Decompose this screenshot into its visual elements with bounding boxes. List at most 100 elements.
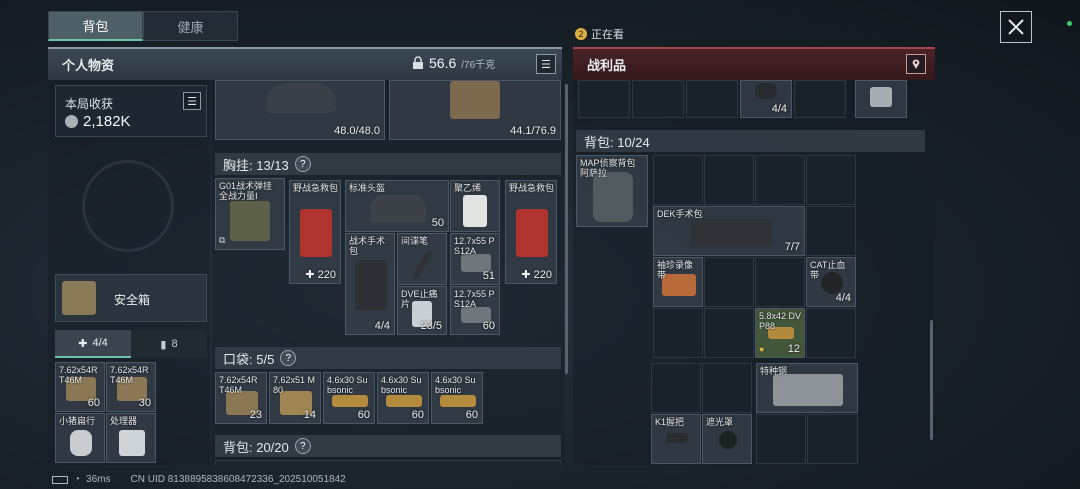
bullet-icon xyxy=(386,395,422,407)
close-icon xyxy=(1008,19,1024,35)
pocket-item[interactable]: 7.62x54R T46M 23 xyxy=(215,372,267,424)
grid-cell xyxy=(794,80,846,118)
subtab-ammo[interactable]: ▮ 8 xyxy=(131,330,207,358)
item-name: K1握把 xyxy=(655,417,685,427)
safe-item[interactable]: 7.62x54R T46M 30 xyxy=(106,362,156,412)
item-qty: 4/4 xyxy=(771,103,787,115)
durability: 44.1/76.9 xyxy=(510,125,556,137)
chest-rig-slot[interactable]: G01战术弹挂 全战力量Ⅰ ⧉ xyxy=(215,178,285,250)
item-slot[interactable]: 野战急救包 ✚ 220 xyxy=(289,180,341,284)
linked-icon: ⧉ xyxy=(219,235,226,245)
pocket-item[interactable]: 4.6x30 Subsonic 60 xyxy=(323,372,375,424)
helmet-icon xyxy=(370,195,426,223)
subtab-medkit-label: 4/4 xyxy=(92,337,108,349)
item-qty: 60 xyxy=(465,409,478,421)
coin-icon xyxy=(65,115,78,128)
item-name: 间谍笔 xyxy=(401,236,429,246)
loot-backpack-section: 背包: 10/24 xyxy=(576,130,925,152)
grid-cell xyxy=(653,155,703,205)
item-slot[interactable]: DVE止痛片 23/5 xyxy=(397,286,447,335)
grid-cell xyxy=(755,257,805,307)
loot-item[interactable]: 5.8x42 DVP88 ● 12 xyxy=(755,308,805,358)
armor-icon xyxy=(450,81,500,119)
pocket-item[interactable]: 7.62x51 M80 14 xyxy=(269,372,321,424)
safe-item[interactable]: 7.62x54R T46M 60 xyxy=(55,362,105,412)
loot-item[interactable]: 特种钢 xyxy=(756,363,858,413)
first-aid-icon xyxy=(300,209,332,257)
teammate-icon: ● xyxy=(759,344,765,354)
item-name: 特种钢 xyxy=(760,366,788,376)
medkit-icon: ✚ xyxy=(78,337,88,350)
location-icon xyxy=(912,59,920,69)
equipment-column: 48.0/48.0 44.1/76.9 胸挂: 13/13 ? G01战术弹挂 … xyxy=(212,80,564,465)
subtab-medkit[interactable]: ✚ 4/4 xyxy=(55,330,131,358)
loot-backpack-title: 背包: 10/24 xyxy=(584,134,650,150)
durability: 48.0/48.0 xyxy=(334,125,380,137)
grid-cell xyxy=(806,308,856,358)
loot-title: 战利品 xyxy=(587,58,627,73)
locate-button[interactable] xyxy=(906,54,926,74)
item-name: 4.6x30 Subsonic xyxy=(327,375,368,395)
list-view-button[interactable]: ☰ xyxy=(536,54,556,74)
item-slot[interactable]: 间谍笔 xyxy=(397,233,447,285)
armor-slot[interactable]: 44.1/76.9 xyxy=(389,80,561,140)
loot-scrollbar[interactable] xyxy=(930,320,933,440)
help-icon[interactable]: ? xyxy=(280,350,297,366)
summary-label: 本局收获 xyxy=(65,97,114,111)
item-slot[interactable]: 12.7x55 PS12A 60 xyxy=(450,286,500,335)
tab-backpack[interactable]: 背包 xyxy=(48,11,143,41)
help-icon[interactable]: ? xyxy=(294,156,311,172)
summary-value: 2,182K xyxy=(83,113,131,130)
item-slot[interactable]: 12.7x55 PS12A 51 xyxy=(450,233,500,285)
loot-backpack-slot[interactable]: MAP侦察背包 阿萨拉 xyxy=(576,155,648,227)
item-name: 聚乙烯 xyxy=(454,183,482,193)
item-qty: 7/7 xyxy=(784,241,800,253)
loot-item[interactable] xyxy=(855,80,907,118)
panel-title: 个人物资 xyxy=(62,58,115,73)
item-name: 7.62x51 M80 xyxy=(273,375,316,395)
summary-list-button[interactable]: ☰ xyxy=(183,92,201,110)
emblem-watermark xyxy=(82,160,174,252)
status-bar: ◔ 36ms CN UID 8138895838608472336_202510… xyxy=(52,474,346,485)
item-slot[interactable]: 聚乙烯 xyxy=(450,180,500,232)
item-name: 4.6x30 Subsonic xyxy=(435,375,476,395)
loot-item[interactable]: K1握把 xyxy=(651,414,701,464)
subtab-ammo-label: 8 xyxy=(171,338,178,350)
magazine-icon: ▮ xyxy=(160,338,167,351)
item-name: G01战术弹挂 全战力量Ⅰ xyxy=(219,181,273,201)
loot-item[interactable]: 遮光罩 xyxy=(702,414,752,464)
item-slot[interactable]: 野战急救包 ✚ 220 xyxy=(505,180,557,284)
loot-item[interactable]: CAT止血带 4/4 xyxy=(806,257,856,307)
online-dot xyxy=(1067,21,1072,26)
battery-icon xyxy=(52,475,68,484)
piggy-bank-icon xyxy=(70,430,92,456)
tab-health[interactable]: 健康 xyxy=(143,11,238,41)
summary-value-row: 2,182K xyxy=(65,113,131,130)
item-slot[interactable]: 战术手术包 4/4 xyxy=(345,233,395,335)
safe-item[interactable]: 处理器 xyxy=(106,413,156,463)
item-slot[interactable]: 标准头盔 50 xyxy=(345,180,449,232)
helmet-slot[interactable]: 48.0/48.0 xyxy=(215,80,385,140)
safe-box-icon xyxy=(62,281,96,315)
item-qty: 4/4 xyxy=(835,292,851,304)
safe-item[interactable]: 小猪扁行 xyxy=(55,413,105,463)
safe-box-slot[interactable]: 安全箱 xyxy=(55,274,207,322)
item-name: 12.7x55 PS12A xyxy=(454,236,495,256)
loot-item[interactable]: DEK手术包 7/7 xyxy=(653,206,805,256)
item-name: 小猪扁行 xyxy=(59,416,96,426)
close-button[interactable] xyxy=(1000,11,1032,43)
backpack-section: 背包: 20/20 ? xyxy=(215,435,561,457)
pocket-item[interactable]: 4.6x30 Subsonic 60 xyxy=(377,372,429,424)
lock-icon xyxy=(413,56,423,69)
item-qty: ✚ 220 xyxy=(305,269,336,281)
loot-item[interactable]: 袖珍录像带 xyxy=(653,257,703,307)
pocket-item[interactable]: 4.6x30 Subsonic 60 xyxy=(431,372,483,424)
item-name: 12.7x55 PS12A xyxy=(454,289,495,309)
item-name: 7.62x54R T46M xyxy=(110,365,149,385)
equipment-scrollbar[interactable] xyxy=(565,84,568,374)
spy-pen-icon xyxy=(412,248,434,280)
first-aid-icon xyxy=(516,209,548,257)
loot-item[interactable]: 4/4 xyxy=(740,80,792,118)
weight-value: 56.6 xyxy=(429,55,457,71)
help-icon[interactable]: ? xyxy=(294,438,311,454)
